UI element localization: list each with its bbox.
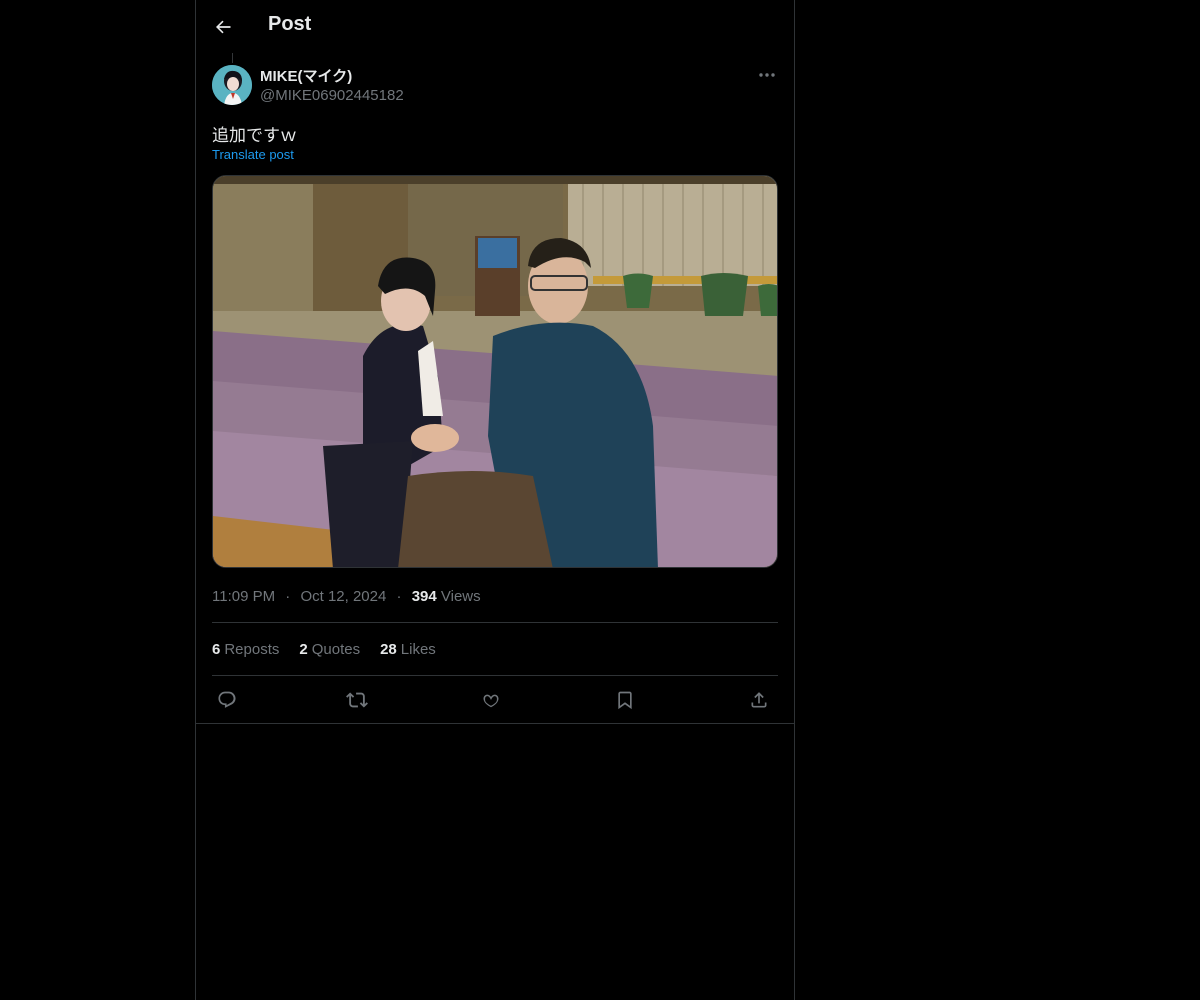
divider	[196, 723, 794, 724]
thread-connector	[232, 53, 233, 63]
repost-button[interactable]	[341, 684, 373, 716]
quotes-count: 2	[299, 641, 308, 658]
bookmark-button[interactable]	[609, 684, 641, 716]
quotes-label: Quotes	[311, 641, 361, 658]
author-handle[interactable]: @MIKE06902445182	[260, 87, 404, 104]
post-image[interactable]	[212, 175, 778, 568]
more-options-button[interactable]	[754, 64, 780, 86]
reply-icon	[218, 691, 236, 708]
avatar-image	[212, 65, 252, 105]
repost-icon	[346, 692, 368, 708]
like-button[interactable]	[475, 684, 507, 716]
meta-separator: ·	[285, 588, 291, 605]
quotes-stat[interactable]: 2 Quotes	[299, 641, 360, 658]
post-meta: 11:09 PM · Oct 12, 2024 · 394 Views	[212, 588, 481, 605]
reposts-stat[interactable]: 6 Reposts	[212, 641, 279, 658]
back-button[interactable]	[206, 10, 240, 44]
reposts-label: Reposts	[224, 641, 280, 658]
like-icon	[483, 694, 499, 708]
likes-label: Likes	[400, 641, 436, 658]
page-title: Post	[268, 13, 312, 35]
post-text: 追加ですｗ	[212, 126, 297, 146]
likes-stat[interactable]: 28 Likes	[380, 641, 436, 658]
author-display-name[interactable]: MIKE(マイク)	[260, 65, 352, 86]
views-label: Views	[440, 588, 481, 605]
post-column: Post MIKE(マイク) @MIKE06902445182 追加ですｗ Tr…	[195, 0, 795, 1000]
avatar[interactable]	[212, 65, 252, 105]
meta-separator: ·	[396, 588, 402, 605]
reposts-count: 6	[212, 641, 221, 658]
post-time[interactable]: 11:09 PM	[212, 588, 275, 605]
post-date[interactable]: Oct 12, 2024	[300, 588, 386, 605]
arrow-left-icon	[216, 20, 231, 34]
divider	[212, 675, 778, 676]
views-count: 394	[411, 588, 437, 605]
post-actions	[212, 684, 778, 716]
post-header: Post	[196, 0, 794, 53]
more-icon	[759, 73, 775, 77]
bookmark-icon	[618, 691, 632, 710]
post-stats: 6 Reposts 2 Quotes 28 Likes	[212, 641, 436, 658]
share-button[interactable]	[743, 684, 775, 716]
divider	[212, 622, 778, 623]
likes-count: 28	[380, 641, 397, 658]
photo-content	[213, 176, 777, 567]
reply-button[interactable]	[211, 684, 243, 716]
share-icon	[751, 692, 767, 708]
translate-post-link[interactable]: Translate post	[212, 147, 294, 162]
